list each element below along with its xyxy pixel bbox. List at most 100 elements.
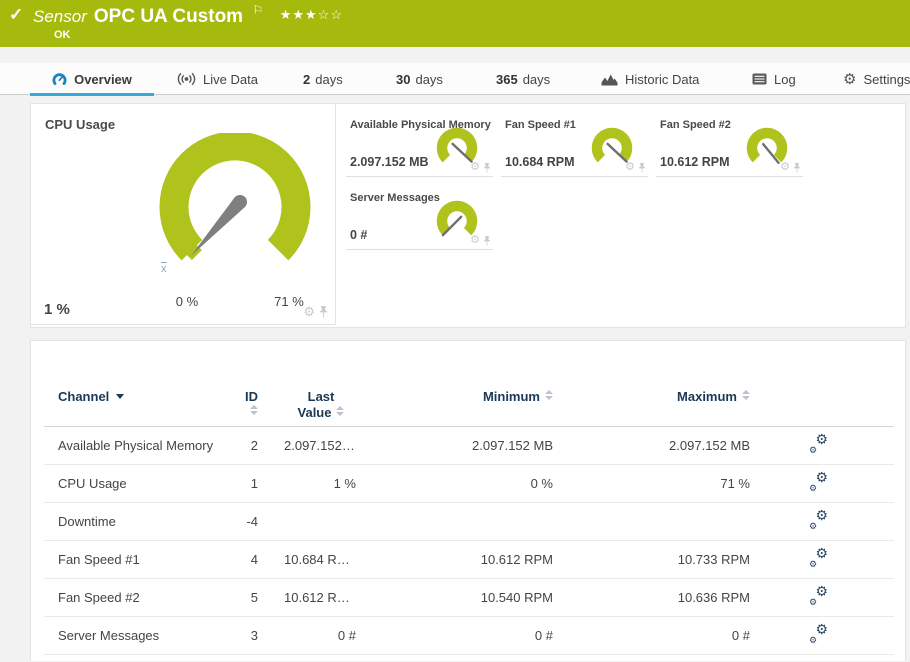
maximum-cell: 71 % (567, 464, 764, 503)
pin-icon[interactable] (483, 235, 491, 246)
column-header-maximum[interactable]: Maximum (567, 377, 764, 427)
channel-settings-icon[interactable]: ⚙ ⚙ (808, 584, 830, 607)
tab-settings[interactable]: ⚙ Settings (843, 63, 910, 95)
column-label: Value (297, 405, 332, 420)
channel-settings-icon[interactable]: ⚙ ⚙ (808, 546, 830, 569)
channel-table-panel: Channel ID Last Value Minimum Maximum Av… (30, 340, 906, 661)
last-value-cell: 1 % (284, 464, 366, 503)
tab-overview[interactable]: Overview (30, 63, 154, 96)
tile-gear-icon[interactable]: ⚙ (470, 162, 480, 173)
channel-tile-value: 0 # (350, 228, 368, 242)
table-row: Server Messages 3 0 # 0 # 0 # ⚙ ⚙ (44, 616, 894, 655)
channel-name-cell[interactable]: Fan Speed #1 (44, 540, 244, 579)
pin-icon[interactable] (793, 162, 801, 173)
tab-live-data[interactable]: Live Data (177, 63, 258, 95)
channel-tile-available-physical-memory: Available Physical Memory 2.097.152 MB ⚙ (346, 111, 493, 177)
tab-historic-data[interactable]: Historic Data (601, 63, 699, 95)
tab-day-count: 30 (396, 71, 411, 87)
channel-name-cell[interactable]: Fan Speed #2 (44, 578, 244, 617)
maximum-cell (567, 502, 764, 541)
channel-name-cell[interactable]: Server Messages (44, 616, 244, 655)
flag-icon[interactable]: ⚐ (253, 3, 264, 17)
tab-30-days[interactable]: 30 days (396, 63, 443, 95)
gear-icon: ⚙ (843, 70, 857, 88)
pin-icon[interactable] (638, 162, 646, 173)
tab-log[interactable]: Log (752, 63, 796, 95)
tab-label: days (315, 71, 343, 87)
sort-icon (545, 390, 553, 400)
table-row: Available Physical Memory 2 2.097.152 MB… (44, 426, 894, 465)
channel-table: Channel ID Last Value Minimum Maximum Av… (44, 377, 894, 655)
maximum-cell: 10.636 RPM (567, 578, 764, 617)
column-label: Minimum (482, 389, 540, 404)
channel-id-cell: 3 (244, 616, 284, 655)
gauge-scale-min: 0 % (175, 294, 199, 309)
priority-stars[interactable]: ★★★☆☆ (280, 7, 343, 22)
tab-label: days (522, 71, 551, 87)
channel-tile-value: 10.684 RPM (505, 155, 575, 169)
channel-settings-icon[interactable]: ⚙ ⚙ (808, 622, 830, 645)
last-value-cell: 10.684 RPM (284, 540, 366, 579)
channel-name-cell[interactable]: Downtime (44, 502, 244, 541)
channel-tile-server-messages: Server Messages 0 # ⚙ (346, 184, 493, 250)
minimum-cell (366, 502, 567, 541)
channel-id-cell: 1 (244, 464, 284, 503)
sort-icon (250, 405, 258, 415)
cpu-usage-gauge (159, 133, 311, 261)
gauges-panel: CPU Usage x 0 % 71 % 1 % ⚙ Available Phy… (30, 103, 906, 328)
column-header-channel[interactable]: Channel (44, 377, 244, 427)
primary-channel-value: 1 % (44, 301, 70, 318)
column-label: Channel (58, 389, 110, 404)
table-row: Fan Speed #1 4 10.684 RPM 10.612 RPM 10.… (44, 540, 894, 579)
tab-bar: Overview Live Data 2 days 30 days 365 da… (0, 63, 910, 96)
pin-icon[interactable] (319, 305, 328, 318)
column-header-actions (764, 377, 894, 427)
pin-icon[interactable] (483, 162, 491, 173)
channel-id-cell: 2 (244, 426, 284, 465)
table-row: Downtime -4 ⚙ ⚙ (44, 502, 894, 541)
sort-icon (742, 390, 750, 400)
log-list-icon (752, 73, 767, 85)
primary-channel-title: CPU Usage (45, 117, 116, 132)
channel-tile-title: Fan Speed #2 (660, 119, 731, 131)
channel-tile-value: 10.612 RPM (660, 155, 730, 169)
tab-label: Log (774, 71, 796, 87)
channel-settings-icon[interactable]: ⚙ ⚙ (808, 470, 830, 493)
channel-name-cell[interactable]: CPU Usage (44, 464, 244, 503)
minimum-cell: 10.612 RPM (366, 540, 567, 579)
area-chart-icon (601, 74, 618, 85)
tab-365-days[interactable]: 365 days (496, 63, 550, 95)
column-header-id[interactable]: ID (244, 377, 284, 427)
tile-gear-icon[interactable]: ⚙ (780, 162, 790, 173)
table-header-row: Channel ID Last Value Minimum Maximum (44, 377, 894, 427)
maximum-cell: 0 # (567, 616, 764, 655)
tab-day-count: 2 (303, 71, 311, 87)
sensor-title-line: Sensor OPC UA Custom ⚐ ★★★☆☆ (33, 3, 343, 28)
channel-settings-icon[interactable]: ⚙ ⚙ (808, 508, 830, 531)
tab-label: days (415, 71, 443, 87)
broadcast-icon (177, 73, 196, 85)
primary-channel-tile: CPU Usage x 0 % 71 % 1 % ⚙ (30, 103, 336, 325)
column-header-minimum[interactable]: Minimum (366, 377, 567, 427)
channel-tile-value: 2.097.152 MB (350, 155, 429, 169)
minimum-cell: 0 # (366, 616, 567, 655)
table-row: CPU Usage 1 1 % 0 % 71 % ⚙ ⚙ (44, 464, 894, 503)
column-label: Maximum (677, 389, 737, 404)
tile-gear-icon[interactable]: ⚙ (303, 305, 315, 318)
last-value-cell: 0 # (284, 616, 366, 655)
tab-2-days[interactable]: 2 days (303, 63, 343, 95)
channel-settings-icon[interactable]: ⚙ ⚙ (808, 432, 830, 455)
channel-name-cell[interactable]: Available Physical Memory (44, 426, 244, 465)
column-header-last-value[interactable]: Last Value (284, 377, 366, 427)
gauge-average-marker: x (161, 263, 167, 275)
sensor-status-badge: OK (54, 29, 71, 41)
tile-gear-icon[interactable]: ⚙ (625, 162, 635, 173)
channel-id-cell: 5 (244, 578, 284, 617)
minimum-cell: 2.097.152 MB (366, 426, 567, 465)
minimum-cell: 10.540 RPM (366, 578, 567, 617)
sensor-title: OPC UA Custom (93, 6, 244, 27)
channel-tile-title: Fan Speed #1 (505, 119, 576, 131)
tile-gear-icon[interactable]: ⚙ (470, 235, 480, 246)
maximum-cell: 10.733 RPM (567, 540, 764, 579)
channel-tile-fan-speed-2: Fan Speed #2 10.612 RPM ⚙ (656, 111, 803, 177)
